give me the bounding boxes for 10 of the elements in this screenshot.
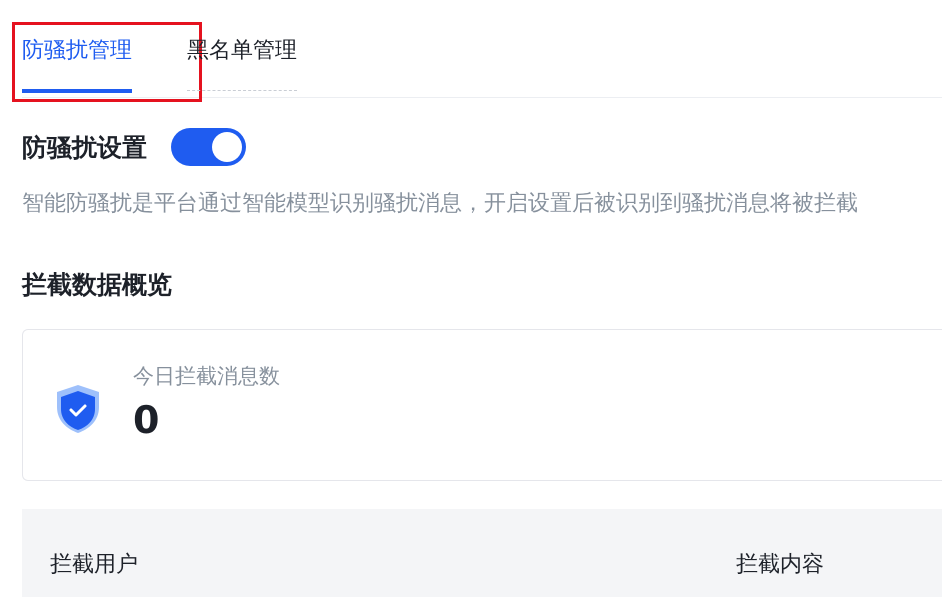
tab[interactable]: 防骚扰管理 xyxy=(22,22,132,93)
section-title: 拦截数据概览 xyxy=(22,269,172,301)
description: 智能防骚扰是平台通过智能模型识别骚扰消息，开启设置后被识别到骚扰消息将被拦截 xyxy=(22,190,859,218)
shield-check-icon xyxy=(55,383,101,435)
column-header: 拦截用户 xyxy=(50,551,139,579)
column-header: 拦截内容 xyxy=(736,551,824,579)
section-title: 防骚扰设置 xyxy=(22,132,147,164)
stat-value: 0 xyxy=(133,398,160,442)
stat-label: 今日拦截消息数 xyxy=(133,363,280,390)
toggle-switch[interactable] xyxy=(171,128,246,166)
